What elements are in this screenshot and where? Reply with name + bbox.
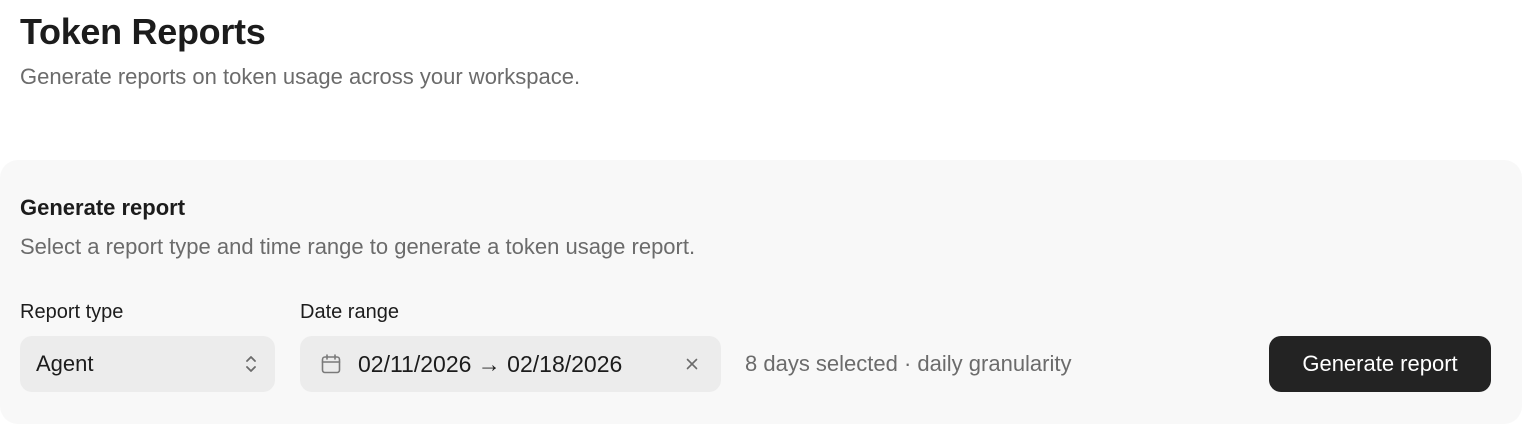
page-subtitle: Generate reports on token usage across y… [20,64,581,89]
report-type-select[interactable]: Agent [20,336,275,392]
panel-title: Generate report [20,195,186,220]
page-header: Token Reports Generate reports on token … [20,12,580,92]
page-title: Token Reports [20,11,266,52]
calendar-icon [318,351,344,377]
close-icon[interactable] [681,353,703,375]
chevron-up-down-icon [243,352,259,376]
generate-report-panel: Generate report Select a report type and… [0,160,1522,424]
date-range-picker[interactable]: 02/11/2026 → 02/18/2026 [300,336,721,392]
report-type-label: Report type [20,301,124,323]
range-summary-text: 8 days selected · daily granularity [745,351,1072,376]
panel-description: Select a report type and time range to g… [20,234,696,259]
report-type-value: Agent [36,351,94,376]
date-range-label: Date range [300,301,399,323]
generate-report-button[interactable]: Generate report [1269,336,1491,392]
date-range-value: 02/11/2026 → 02/18/2026 [358,350,623,377]
